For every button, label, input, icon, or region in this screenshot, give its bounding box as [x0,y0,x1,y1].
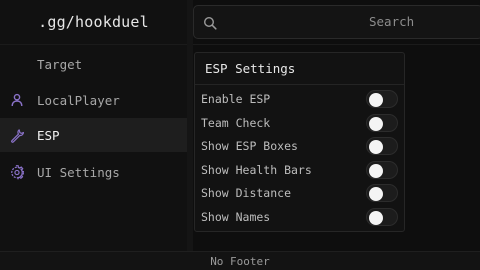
search-input[interactable] [193,5,480,39]
sidebar-item-label: Target [37,56,83,72]
wrench-icon [10,128,24,143]
top-divider [193,44,480,45]
gear-icon [10,164,24,179]
sidebar-item-target[interactable]: Target [0,47,187,81]
team-check-toggle[interactable] [366,114,398,132]
option-label-show-health-bars: Show Health Bars [201,163,312,177]
option-label-show-esp-boxes: Show ESP Boxes [201,139,298,153]
show-distance-toggle[interactable] [366,184,398,202]
footer: No Footer [0,251,480,270]
show-esp-boxes-toggle[interactable] [366,137,398,155]
user-icon [10,93,24,107]
sidebar-item-ui-settings[interactable]: UI Settings [0,155,187,189]
toggle-knob [369,92,383,107]
footer-text: No Footer [210,254,270,268]
sidebar-item-label: ESP [37,127,60,143]
option-label-enable-esp: Enable ESP [201,92,271,106]
sidebar-item-esp[interactable]: ESP [0,118,187,152]
show-names-toggle[interactable] [366,208,398,226]
toggle-knob [369,163,383,178]
show-health-bars-toggle[interactable] [366,161,398,179]
brand-title: .gg/hookduel [38,13,149,31]
option-label-team-check: Team Check [201,116,271,130]
sidebar-item-localplayer[interactable]: LocalPlayer [0,83,187,117]
panel-title: ESP Settings [205,61,296,76]
brand-divider [0,44,187,45]
sidebar-item-label: LocalPlayer [37,92,120,108]
sidebar-item-label: UI Settings [37,164,120,180]
option-label-show-distance: Show Distance [201,186,292,200]
sidebar: .gg/hookduel Target LocalPlayer ESP UI S… [0,0,187,251]
option-label-show-names: Show Names [201,210,271,224]
toggle-knob [369,139,383,154]
toggle-knob [369,210,383,225]
panel-divider [195,84,404,85]
search-icon [203,15,217,30]
toggle-knob [369,186,383,201]
search-placeholder: Search [369,14,415,29]
enable-esp-toggle[interactable] [366,90,398,108]
toggle-knob [369,116,383,131]
